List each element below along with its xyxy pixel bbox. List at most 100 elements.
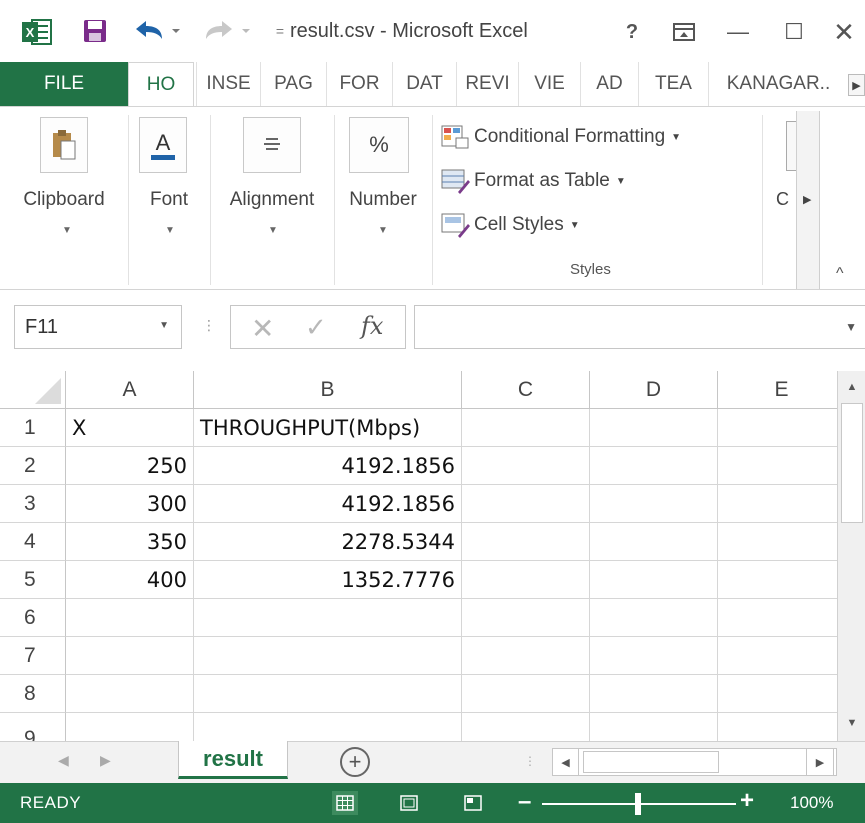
- tab-split-handle[interactable]: ⋮: [524, 754, 536, 768]
- clipboard-dropdown-icon[interactable]: ▼: [62, 225, 72, 236]
- conditional-formatting-button[interactable]: Conditional Formatting ▼: [440, 119, 681, 155]
- enter-icon[interactable]: ✓: [305, 312, 327, 343]
- cell-d1[interactable]: [590, 409, 718, 447]
- cell-a2[interactable]: 250: [66, 447, 194, 485]
- font-dropdown-icon[interactable]: ▼: [165, 225, 175, 236]
- row-header-6[interactable]: 6: [0, 599, 66, 637]
- cell-b1[interactable]: THROUGHPUT(Mbps): [194, 409, 462, 447]
- help-button[interactable]: ?: [614, 14, 650, 50]
- previous-sheet-icon[interactable]: ◀: [58, 752, 69, 769]
- sheet-tab-result[interactable]: result: [178, 741, 288, 779]
- font-color-button[interactable]: A: [139, 117, 187, 173]
- font-label[interactable]: Font: [129, 189, 209, 211]
- cell-c2[interactable]: [462, 447, 590, 485]
- cell-b8[interactable]: [194, 675, 462, 713]
- tab-insert[interactable]: INSE: [196, 62, 260, 106]
- alignment-dropdown-icon[interactable]: ▼: [268, 225, 278, 236]
- tab-scroll-right-button[interactable]: ▶: [848, 74, 865, 96]
- scroll-down-icon[interactable]: ▼: [838, 709, 865, 737]
- cell-e4[interactable]: [718, 523, 837, 561]
- tab-home[interactable]: HO: [128, 62, 194, 107]
- tab-review[interactable]: REVI: [456, 62, 518, 106]
- vertical-scroll-thumb[interactable]: [841, 403, 863, 523]
- zoom-slider-thumb[interactable]: [635, 793, 641, 815]
- row-header-3[interactable]: 3: [0, 485, 66, 523]
- number-label[interactable]: Number: [335, 189, 431, 211]
- new-sheet-button[interactable]: +: [340, 747, 370, 777]
- tab-team[interactable]: TEA: [638, 62, 708, 106]
- tab-page-layout[interactable]: PAG: [260, 62, 326, 106]
- cell-e2[interactable]: [718, 447, 837, 485]
- horizontal-scrollbar[interactable]: ◀: [552, 748, 837, 776]
- cell-e3[interactable]: [718, 485, 837, 523]
- column-header-a[interactable]: A: [66, 371, 194, 409]
- row-header-4[interactable]: 4: [0, 523, 66, 561]
- cell-c6[interactable]: [462, 599, 590, 637]
- next-sheet-icon[interactable]: ▶: [100, 752, 111, 769]
- zoom-level[interactable]: 100%: [790, 793, 833, 813]
- cell-d5[interactable]: [590, 561, 718, 599]
- tab-file[interactable]: FILE: [0, 62, 128, 106]
- cell-b2[interactable]: 4192.1856: [194, 447, 462, 485]
- cell-c3[interactable]: [462, 485, 590, 523]
- maximize-button[interactable]: ☐: [776, 14, 812, 50]
- tab-view[interactable]: VIE: [518, 62, 580, 106]
- excel-logo-icon[interactable]: X: [22, 18, 52, 46]
- paste-button[interactable]: [40, 117, 88, 173]
- insert-function-button[interactable]: fx: [361, 312, 383, 340]
- collapse-ribbon-button[interactable]: ^: [836, 265, 844, 283]
- vertical-scrollbar[interactable]: ▲ ▼: [837, 371, 865, 741]
- ribbon-display-options-button[interactable]: [666, 14, 702, 50]
- cell-e6[interactable]: [718, 599, 837, 637]
- cell-styles-button[interactable]: Cell Styles ▼: [440, 207, 580, 243]
- column-header-e[interactable]: E: [718, 371, 837, 409]
- row-header-1[interactable]: 1: [0, 409, 66, 447]
- cell-d6[interactable]: [590, 599, 718, 637]
- row-header-2[interactable]: 2: [0, 447, 66, 485]
- customize-quick-access-button[interactable]: =: [270, 16, 290, 46]
- name-box[interactable]: F11 ▼: [14, 305, 182, 349]
- cell-b9[interactable]: [194, 713, 462, 741]
- cell-d4[interactable]: [590, 523, 718, 561]
- formula-input[interactable]: ▼: [414, 305, 865, 349]
- cell-b3[interactable]: 4192.1856: [194, 485, 462, 523]
- cell-a1[interactable]: X: [66, 409, 194, 447]
- tab-data[interactable]: DAT: [392, 62, 456, 106]
- horizontal-scroll-thumb[interactable]: [583, 751, 719, 773]
- cell-a5[interactable]: 400: [66, 561, 194, 599]
- undo-button[interactable]: [128, 16, 186, 46]
- column-header-c[interactable]: C: [462, 371, 590, 409]
- cell-e8[interactable]: [718, 675, 837, 713]
- tab-user-account[interactable]: KANAGAR..: [708, 62, 848, 106]
- normal-view-button[interactable]: [332, 791, 358, 815]
- clipboard-label[interactable]: Clipboard: [2, 189, 126, 211]
- cell-d8[interactable]: [590, 675, 718, 713]
- cell-b7[interactable]: [194, 637, 462, 675]
- scroll-up-icon[interactable]: ▲: [838, 373, 865, 401]
- cell-e9[interactable]: [718, 713, 837, 741]
- number-dropdown-icon[interactable]: ▼: [378, 225, 388, 236]
- cell-c1[interactable]: [462, 409, 590, 447]
- cell-d7[interactable]: [590, 637, 718, 675]
- zoom-out-button[interactable]: –: [518, 788, 531, 816]
- cell-c4[interactable]: [462, 523, 590, 561]
- page-layout-view-button[interactable]: [396, 791, 422, 815]
- tab-add-ins[interactable]: AD: [580, 62, 638, 106]
- alignment-label[interactable]: Alignment: [211, 189, 333, 211]
- cell-b4[interactable]: 2278.5344: [194, 523, 462, 561]
- column-header-d[interactable]: D: [590, 371, 718, 409]
- cell-a9[interactable]: [66, 713, 194, 741]
- row-header-9[interactable]: 9: [0, 713, 66, 741]
- cell-e1[interactable]: [718, 409, 837, 447]
- scroll-right-icon[interactable]: ▶: [806, 748, 834, 776]
- cell-a3[interactable]: 300: [66, 485, 194, 523]
- cell-b5[interactable]: 1352.7776: [194, 561, 462, 599]
- alignment-button[interactable]: [243, 117, 301, 173]
- name-box-dropdown-icon[interactable]: ▼: [159, 320, 169, 331]
- cell-c8[interactable]: [462, 675, 590, 713]
- cells-label[interactable]: C: [776, 189, 789, 210]
- cell-a7[interactable]: [66, 637, 194, 675]
- formula-bar-grip[interactable]: ⋮: [202, 317, 216, 334]
- cell-c5[interactable]: [462, 561, 590, 599]
- format-as-table-button[interactable]: Format as Table ▼: [440, 163, 626, 199]
